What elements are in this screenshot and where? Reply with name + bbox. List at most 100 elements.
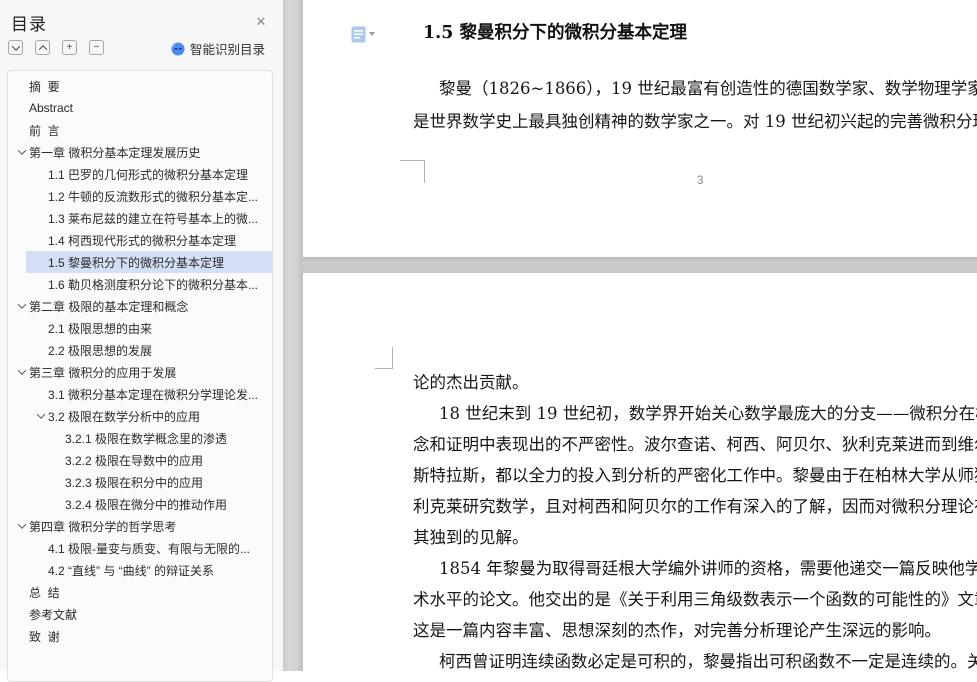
chevron-down-icon[interactable] — [15, 519, 29, 533]
toc-item[interactable]: 总 结 — [8, 581, 272, 603]
text-line: 论的杰出贡献。 — [413, 373, 529, 392]
toc-item[interactable]: 致 谢 — [8, 625, 272, 647]
toc-item[interactable]: 第三章 微积分的应用于发展 — [8, 361, 272, 383]
toc-item[interactable]: 1.5 黎曼积分下的微积分基本定理 — [26, 251, 272, 273]
toc-item-label: 1.2 牛顿的反流数形式的微积分基本定... — [48, 189, 259, 204]
chevron-down-icon[interactable] — [15, 299, 29, 313]
plus-icon: + — [66, 41, 73, 53]
toc-item[interactable]: 第四章 微积分学的哲学思考 — [8, 515, 272, 537]
page2-paragraph: 论的杰出贡献。 18 世纪末到 19 世纪初，数学界开始关心数学最庞大的分支——微… — [413, 367, 977, 671]
toc-item-label: 1.1 巴罗的几何形式的微积分基本定理 — [48, 167, 249, 182]
minus-icon: − — [93, 41, 100, 53]
toc-item[interactable]: 4.2 “直线” 与 “曲线” 的辩证关系 — [8, 559, 272, 581]
toc-item[interactable]: 第一章 微积分基本定理发展历史 — [8, 141, 272, 163]
toc-item[interactable]: 3.2.1 极限在数学概念里的渗透 — [8, 427, 272, 449]
smart-toc-button[interactable]: 智能识别目录 — [171, 40, 265, 57]
toc-item[interactable]: Abstract — [8, 97, 272, 119]
toc-item[interactable]: 3.2.3 极限在积分中的应用 — [8, 471, 272, 493]
toc-item-label: 3.1 微积分基本定理在微积分学理论发... — [48, 387, 259, 402]
text-line: 其独到的见解。 — [413, 528, 529, 547]
toc-item[interactable]: 3.2.2 极限在导数中的应用 — [8, 449, 272, 471]
toc-item[interactable]: 1.1 巴罗的几何形式的微积分基本定理 — [8, 163, 272, 185]
toc-item[interactable]: 1.4 柯西现代形式的微积分基本定理 — [8, 229, 272, 251]
chevron-up-icon — [38, 44, 47, 54]
toc-item-label: 3.2.4 极限在微分中的推动作用 — [65, 497, 228, 512]
toc-item-label: 致 谢 — [29, 629, 60, 644]
toc-item-label: 1.3 莱布尼兹的建立在符号基本上的微... — [48, 211, 259, 226]
expand-all-button[interactable] — [8, 40, 23, 55]
section-heading: 1.5 黎曼积分下的微积分基本定理 — [423, 23, 688, 43]
toc-item[interactable]: 第二章 极限的基本定理和概念 — [8, 295, 272, 317]
toc-item[interactable]: 参考文献 — [8, 603, 272, 625]
toc-item-label: 第二章 极限的基本定理和概念 — [29, 299, 189, 314]
toc-item[interactable]: 1.6 勒贝格测度积分论下的微积分基本... — [8, 273, 272, 295]
toc-item[interactable]: 前 言 — [8, 119, 272, 141]
toc-item[interactable]: 4.1 极限-量变与质变、有限与无限的... — [8, 537, 272, 559]
text-line: 念和证明中表现出的不严密性。波尔查诺、柯西、阿贝尔、狄利克莱进而到维尔 — [413, 435, 977, 454]
toc-item-label: 前 言 — [29, 123, 60, 138]
text-line: 18 世纪末到 19 世纪初，数学界开始关心数学最庞大的分支——微积分在概 — [439, 404, 977, 423]
page1-paragraph: 黎曼（1826~1866），19 世纪最富有创造性的德国数学家、数学物理学家。是… — [413, 72, 977, 138]
toc-item[interactable]: 2.2 极限思想的发展 — [8, 339, 272, 361]
zoom-in-button[interactable]: + — [62, 40, 77, 55]
toc-item[interactable]: 3.1 微积分基本定理在微积分学理论发... — [8, 383, 272, 405]
smart-toc-label: 智能识别目录 — [190, 43, 266, 57]
text-line: 是世界数学史上最具独创精神的数学家之一。对 19 世纪初兴起的完善微积分理 — [413, 112, 977, 131]
toc-item-label: 摘 要 — [29, 79, 60, 94]
toc-item[interactable]: 3.2.4 极限在微分中的推动作用 — [8, 493, 272, 515]
text-line: 黎曼（1826~1866），19 世纪最富有创造性的德国数学家、数学物理学家。 — [439, 79, 977, 98]
toc-item-label: 3.2.1 极限在数学概念里的渗透 — [65, 431, 228, 446]
zoom-out-button[interactable]: − — [89, 40, 104, 55]
sidebar-title: 目录 — [11, 15, 47, 34]
toc-item[interactable]: 3.2 极限在数学分析中的应用 — [8, 405, 272, 427]
chevron-down-icon — [11, 41, 20, 51]
toc-item-label: 参考文献 — [29, 607, 78, 622]
toc-item-label: 4.1 极限-量变与质变、有限与无限的... — [48, 541, 251, 556]
text-line: 这是一篇内容丰富、思想深刻的杰作，对完善分析理论产生深远的影响。 — [413, 621, 941, 640]
toc-item-label: 3.2 极限在数学分析中的应用 — [48, 409, 201, 424]
page-number: 3 — [697, 175, 704, 187]
toc-item-label: 3.2.3 极限在积分中的应用 — [65, 475, 204, 490]
toc-panel: 摘 要 Abstract 前 言第一章 微积分基本定理发展历史 1.1 巴罗的几何形式… — [7, 70, 273, 682]
toc-toolbar: + − — [8, 40, 104, 56]
page-thumbnail-button[interactable] — [351, 26, 383, 44]
toc-item[interactable]: 1.3 莱布尼兹的建立在符号基本上的微... — [8, 207, 272, 229]
chevron-down-icon[interactable] — [34, 409, 48, 423]
text-boundary-mark — [375, 347, 393, 369]
page-icon — [351, 26, 366, 43]
toc-item-label: 2.1 极限思想的由来 — [48, 321, 153, 336]
toc-item-label: 第一章 微积分基本定理发展历史 — [29, 145, 201, 160]
collapse-all-button[interactable] — [35, 40, 50, 55]
ai-face-icon — [171, 42, 185, 55]
text-line: 1854 年黎曼为取得哥廷根大学编外讲师的资格，需要他递交一篇反映他学 — [439, 559, 977, 578]
chevron-down-icon[interactable] — [15, 145, 29, 159]
toc-item-label: 1.4 柯西现代形式的微积分基本定理 — [48, 233, 237, 248]
toc-item[interactable]: 1.2 牛顿的反流数形式的微积分基本定... — [8, 185, 272, 207]
toc-item[interactable]: 2.1 极限思想的由来 — [8, 317, 272, 339]
toc-item-label: 第四章 微积分学的哲学思考 — [29, 519, 177, 534]
text-line: 柯西曾证明连续函数必定是可积的，黎曼指出可积函数不一定是连续的。关 — [439, 652, 977, 671]
panel-divider — [283, 0, 303, 671]
chevron-down-icon[interactable] — [15, 365, 29, 379]
toc-item-label: 1.6 勒贝格测度积分论下的微积分基本... — [48, 277, 259, 292]
document-view: 1.5 黎曼积分下的微积分基本定理 黎曼（1826~1866），19 世纪最富有… — [303, 0, 977, 671]
toc-item[interactable]: 摘 要 — [8, 75, 272, 97]
toc-item-label: 总 结 — [29, 585, 60, 600]
close-icon[interactable]: ✕ — [254, 15, 268, 29]
